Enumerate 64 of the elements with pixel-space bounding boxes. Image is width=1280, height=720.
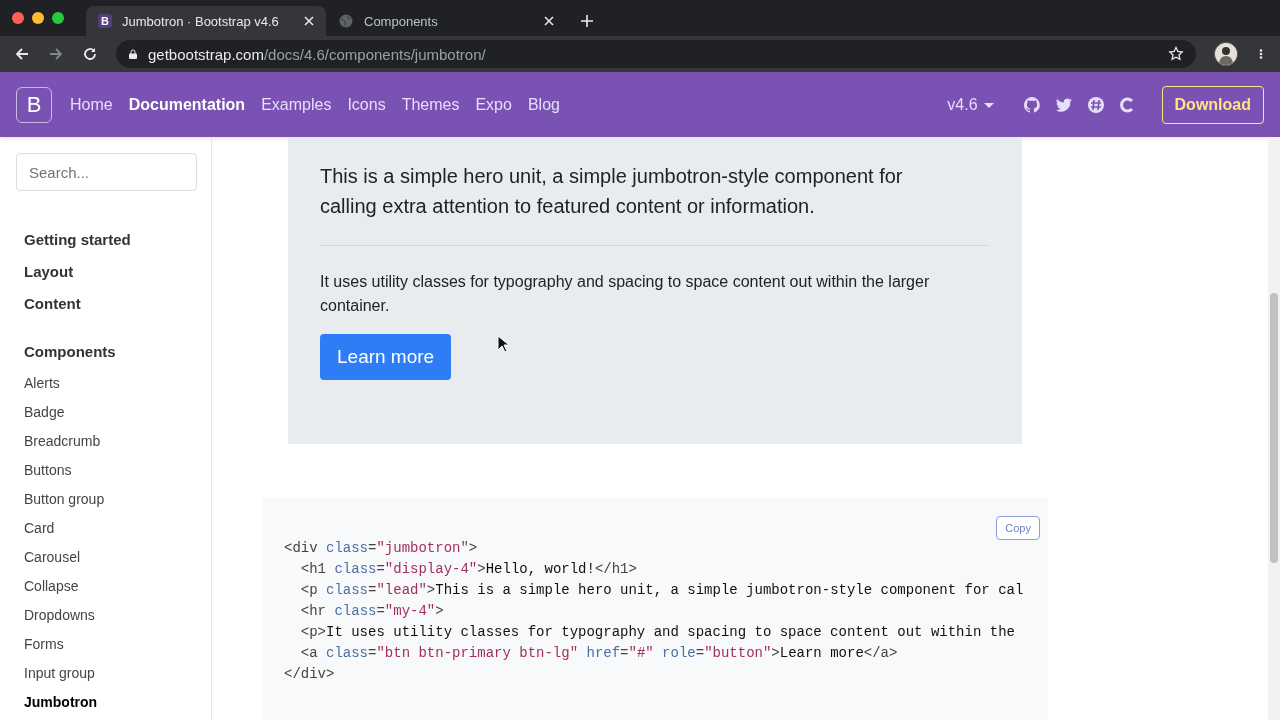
nav-link[interactable]: Examples: [253, 87, 340, 122]
close-icon[interactable]: [304, 16, 314, 26]
nav-link[interactable]: Blog: [519, 87, 568, 122]
sidebar-item[interactable]: Input group: [16, 659, 211, 688]
search-field[interactable]: Search...: [16, 153, 197, 191]
window-control-dot[interactable]: [12, 12, 24, 24]
nav-link[interactable]: Home: [62, 87, 121, 122]
window-control-dot[interactable]: [32, 12, 44, 24]
cat-silhouette-icon[interactable]: [1022, 95, 1041, 114]
learn-more-button[interactable]: Learn more: [320, 334, 452, 380]
sidebar-item[interactable]: Breadcrumb: [16, 427, 211, 456]
code-line: </div>: [284, 665, 336, 684]
copy-button[interactable]: Copy: [996, 516, 1040, 540]
sidebar-item[interactable]: Collapse: [16, 572, 211, 601]
bird-icon[interactable]: [1054, 95, 1073, 114]
back-arrow-icon[interactable]: [14, 46, 30, 62]
tab-title: Jumbotron · Bootstrap v4.6: [122, 13, 280, 29]
globe-icon: [338, 13, 354, 29]
sidebar-section-link[interactable]: Content: [16, 289, 211, 321]
window-control-dot[interactable]: [52, 12, 64, 24]
sidebar-section-link[interactable]: Components: [16, 337, 211, 369]
nav-link[interactable]: Expo: [467, 87, 520, 122]
body-paragraph: It uses utility classes for typography and spacing to space content out within the larger container.: [320, 272, 931, 316]
nav-link[interactable]: Documentation: [120, 87, 254, 122]
browser-tab[interactable]: Components: [326, 6, 566, 36]
nav-link[interactable]: Themes: [393, 87, 468, 122]
url-host: getbootstrap.com: [148, 45, 264, 63]
reload-icon[interactable]: [82, 46, 98, 62]
sidebar-item[interactable]: Dropdowns: [16, 601, 211, 630]
forward-arrow-icon[interactable]: [48, 46, 64, 62]
sidebar-item[interactable]: Badge: [16, 398, 211, 427]
download-button[interactable]: Download: [1161, 85, 1264, 124]
address-bar[interactable]: getbootstrap.com/docs/4.6/components/jumbotron/: [116, 40, 1196, 68]
code-line: <p class="lead">This is a simple hero unit, a simple jumbotron-style component for cal: [299, 581, 1025, 600]
code-line: <div class="jumbotron">: [284, 539, 479, 558]
code-line: <a class="btn btn-primary btn-lg" href="#" role="button">Learn more</a>: [299, 644, 899, 663]
hash-icon[interactable]: [1086, 95, 1105, 114]
star-icon[interactable]: [1168, 46, 1184, 62]
close-icon[interactable]: [544, 16, 554, 26]
lock-icon: [128, 49, 138, 59]
favicon: B: [98, 14, 112, 28]
browser-tab[interactable]: B Jumbotron · Bootstrap v4.6: [86, 6, 326, 36]
sidebar-item[interactable]: Button group: [16, 485, 211, 514]
sidebar-item[interactable]: Card: [16, 514, 211, 543]
code-line: <p>It uses utility classes for typography and spacing to space content out within the: [299, 623, 1016, 642]
sidebar-item[interactable]: Alerts: [16, 369, 211, 398]
nav-link[interactable]: Icons: [339, 87, 394, 122]
sidebar-section-link[interactable]: Getting started: [16, 225, 211, 257]
version-dropdown[interactable]: v4.6: [947, 95, 994, 114]
avatar-icon[interactable]: [1214, 42, 1238, 66]
tab-title: Components: [364, 13, 439, 29]
mouse-pointer-icon: [497, 335, 509, 353]
sidebar-section-link[interactable]: Layout: [16, 257, 211, 289]
code-line: <h1 class="display-4">Hello, world!</h1>: [299, 560, 638, 579]
lead-paragraph: This is a simple hero unit, a simple jumbotron-style component for calling extra attention to featured content or information.: [320, 164, 904, 219]
sidebar-item[interactable]: Jumbotron: [16, 688, 211, 717]
plus-icon[interactable]: [580, 14, 594, 28]
sidebar-item[interactable]: Carousel: [16, 543, 211, 572]
brand-logo[interactable]: B: [16, 86, 52, 123]
sidebar-item[interactable]: Buttons: [16, 456, 211, 485]
code-line: <hr class="my-4">: [299, 602, 445, 621]
sidebar-item[interactable]: Forms: [16, 630, 211, 659]
url-path: /docs/4.6/components/jumbotron/: [263, 45, 486, 63]
scrollbar-thumb[interactable]: [1270, 293, 1278, 563]
